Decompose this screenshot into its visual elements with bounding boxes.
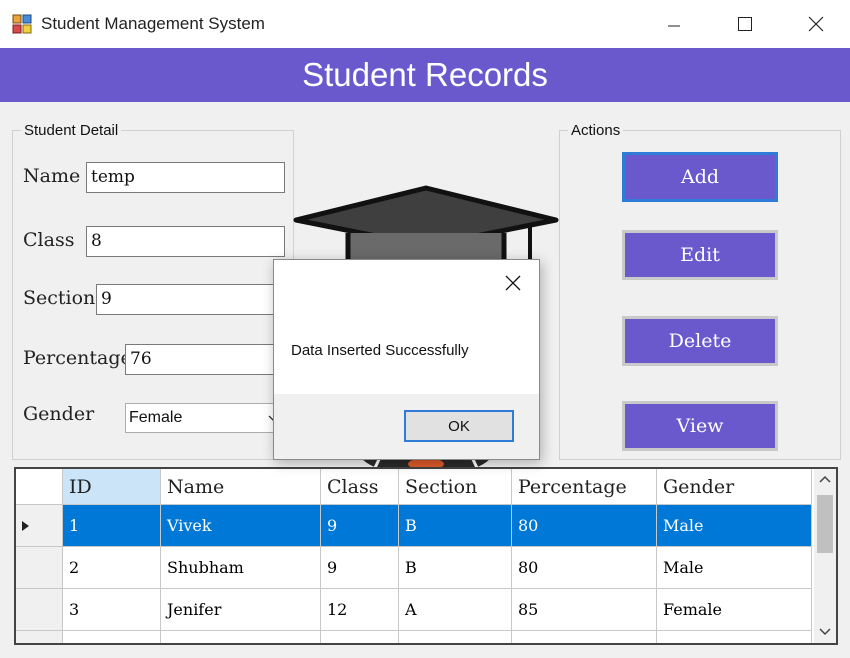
scroll-down-arrow-icon[interactable] (819, 627, 831, 636)
table-cell[interactable]: 2 (63, 547, 161, 589)
table-cell[interactable] (321, 631, 399, 643)
dialog-message: Data Inserted Successfully (291, 342, 469, 359)
name-label: Name (23, 165, 81, 187)
maximize-icon (738, 17, 752, 31)
percentage-input[interactable]: 76 (125, 344, 285, 375)
gender-select-value: Female (129, 409, 183, 426)
app-icon (12, 14, 32, 34)
header-banner: Student Records (0, 48, 850, 102)
class-input[interactable]: 8 (86, 226, 285, 257)
table-cell[interactable]: 80 (512, 547, 657, 589)
edit-button[interactable]: Edit (622, 230, 778, 280)
column-header-id[interactable]: ID (63, 469, 161, 505)
column-header-section[interactable]: Section (399, 469, 512, 505)
message-dialog: Data Inserted Successfully OK (273, 259, 540, 460)
add-button[interactable]: Add (622, 152, 778, 202)
table-cell[interactable] (161, 631, 321, 643)
row-header[interactable] (16, 505, 63, 547)
table-cell[interactable] (512, 631, 657, 643)
scrollbar-thumb[interactable] (817, 495, 833, 553)
table-cell[interactable]: 9 (321, 505, 399, 547)
close-icon (505, 275, 521, 291)
row-header[interactable] (16, 547, 63, 589)
delete-button[interactable]: Delete (622, 316, 778, 366)
table-cell[interactable]: 3 (63, 589, 161, 631)
row-header[interactable] (16, 589, 63, 631)
table-cell[interactable]: 9 (321, 547, 399, 589)
table-cell[interactable]: B (399, 547, 512, 589)
column-header-gender[interactable]: Gender (657, 469, 812, 505)
class-label: Class (23, 229, 75, 251)
current-row-arrow-icon (22, 520, 29, 531)
gender-select[interactable]: Female (125, 403, 285, 433)
table-cell[interactable]: Female (657, 589, 812, 631)
title-bar: Student Management System (0, 0, 850, 48)
table-cell[interactable] (657, 631, 812, 643)
actions-legend: Actions (571, 122, 621, 139)
row-header-corner (16, 469, 63, 505)
dialog-close-button[interactable] (496, 268, 530, 298)
scroll-up-arrow-icon[interactable] (819, 475, 831, 484)
table-cell[interactable]: Male (657, 547, 812, 589)
student-data-grid[interactable]: ID Name Class Section Percentage Gender … (14, 467, 838, 645)
table-cell[interactable]: Shubham (161, 547, 321, 589)
dialog-footer: OK (274, 394, 539, 459)
section-label: Section (23, 287, 96, 309)
column-header-class[interactable]: Class (321, 469, 399, 505)
column-header-name[interactable]: Name (161, 469, 321, 505)
page-title: Student Records (302, 56, 548, 93)
student-detail-legend: Student Detail (24, 122, 119, 139)
maximize-button[interactable] (722, 6, 768, 42)
section-input[interactable]: 9 (96, 284, 285, 315)
table-cell[interactable]: Vivek (161, 505, 321, 547)
percentage-label: Percentage (23, 347, 132, 369)
minimize-icon (668, 25, 680, 27)
table-cell[interactable]: B (399, 505, 512, 547)
minimize-button[interactable] (651, 6, 697, 42)
table-cell[interactable]: A (399, 589, 512, 631)
window-title: Student Management System (41, 14, 265, 33)
ok-button[interactable]: OK (404, 410, 514, 442)
table-cell[interactable]: Jenifer (161, 589, 321, 631)
table-cell[interactable] (399, 631, 512, 643)
table-cell[interactable] (63, 631, 161, 643)
close-button[interactable] (793, 6, 839, 42)
table-cell[interactable]: 1 (63, 505, 161, 547)
table-cell[interactable]: 85 (512, 589, 657, 631)
row-header[interactable] (16, 631, 63, 643)
name-input[interactable]: temp (86, 162, 285, 193)
table-cell[interactable]: 12 (321, 589, 399, 631)
vertical-scrollbar[interactable] (814, 469, 836, 643)
column-header-percentage[interactable]: Percentage (512, 469, 657, 505)
view-button[interactable]: View (622, 401, 778, 451)
table-cell[interactable]: Male (657, 505, 812, 547)
close-icon (808, 16, 824, 32)
table-cell[interactable]: 80 (512, 505, 657, 547)
gender-label: Gender (23, 403, 95, 425)
